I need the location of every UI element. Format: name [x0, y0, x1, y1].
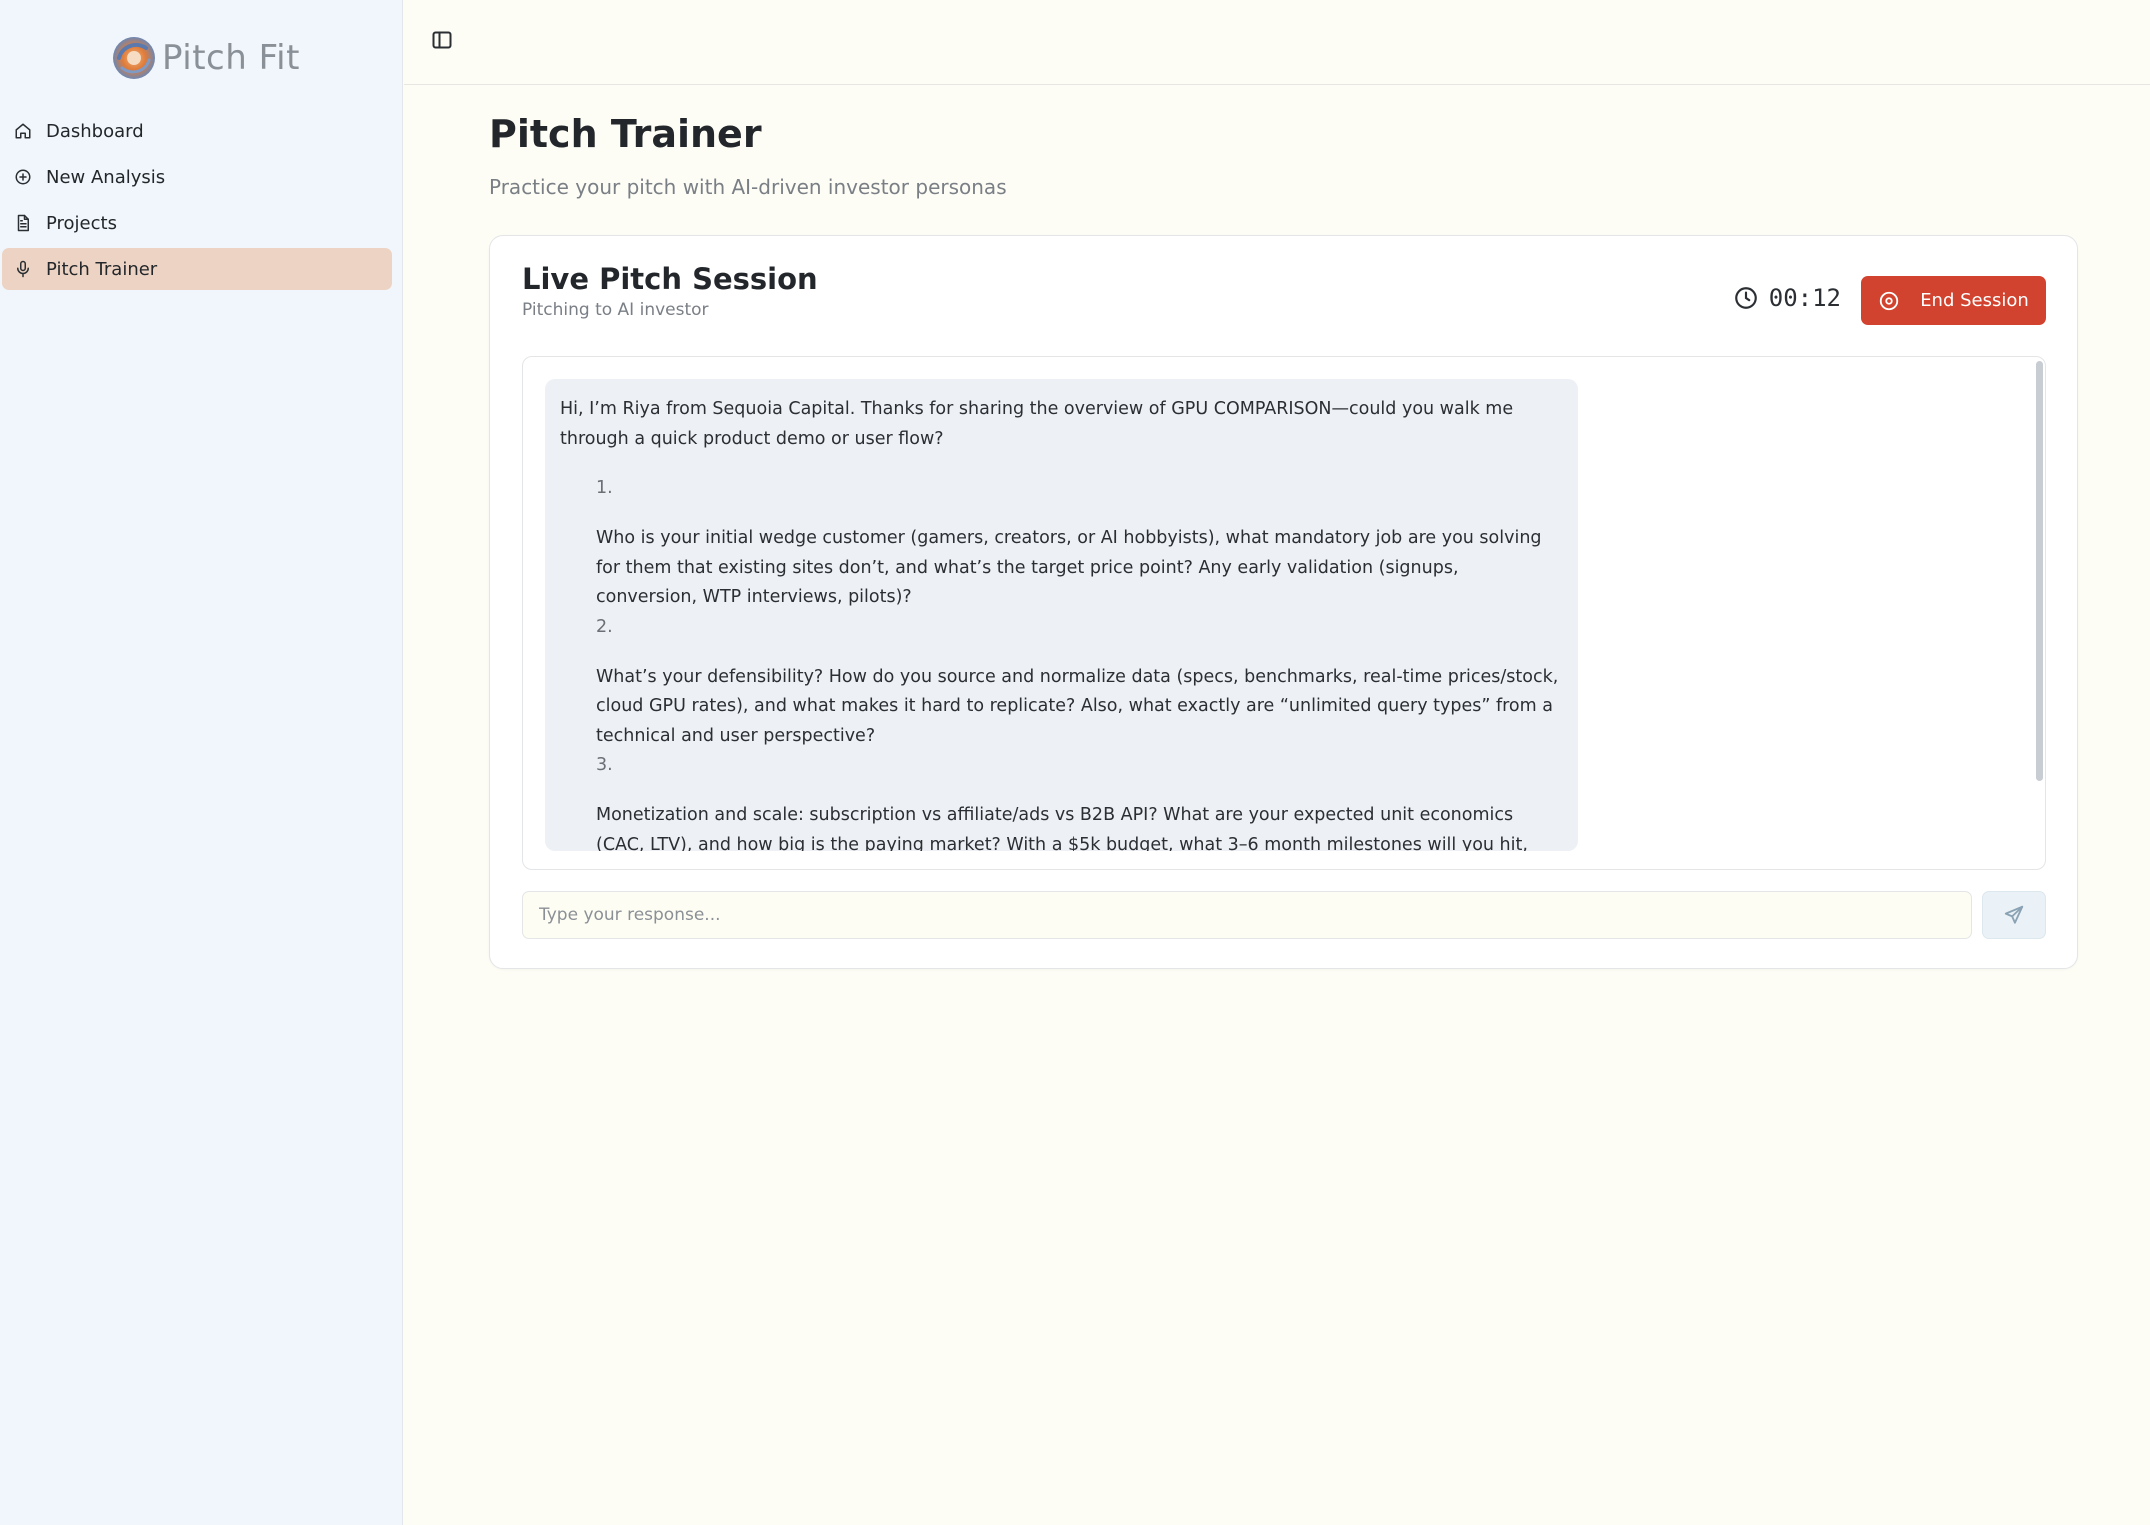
session-subtitle: Pitching to AI investor: [522, 300, 709, 320]
sidebar-item-new-analysis[interactable]: New Analysis: [2, 156, 392, 198]
home-icon: [15, 123, 31, 139]
question-number: 3.: [596, 755, 613, 775]
clock-icon: [1734, 287, 1757, 309]
question-text: Who is your initial wedge customer (game…: [596, 528, 1542, 607]
top-bar: [404, 0, 2150, 85]
sidebar-item-dashboard[interactable]: Dashboard: [2, 110, 392, 152]
chat-scrollbar[interactable]: [2033, 357, 2045, 869]
sidebar: Pitch Fit Dashboard New Analysis Project…: [0, 0, 403, 1525]
brand-name: Pitch Fit: [162, 38, 300, 78]
chat-scrollbar-thumb[interactable]: [2036, 361, 2043, 781]
question-number: 1.: [596, 478, 613, 498]
sidebar-item-label: Projects: [46, 212, 117, 234]
question-list: 1. Who is your initial wedge customer (g…: [560, 474, 1562, 851]
session-timer: 00:12: [1733, 284, 1841, 312]
live-session-card: Live Pitch Session Pitching to AI invest…: [489, 235, 2078, 969]
pitch-fit-logo-icon: [113, 37, 155, 79]
list-item: 1. Who is your initial wedge customer (g…: [596, 474, 1562, 613]
file-text-icon: [17, 214, 29, 232]
chat-transcript[interactable]: Hi, I’m Riya from Sequoia Capital. Thank…: [522, 356, 2046, 870]
stop-circle-icon: [1880, 291, 1899, 310]
page-subtitle: Practice your pitch with AI-driven inves…: [489, 175, 1007, 199]
session-title: Live Pitch Session: [522, 262, 818, 296]
message-intro: Hi, I’m Riya from Sequoia Capital. Thank…: [560, 399, 1514, 449]
sidebar-nav: Dashboard New Analysis Projects Pitch Tr…: [2, 110, 392, 294]
sidebar-item-label: New Analysis: [46, 166, 166, 188]
end-session-button[interactable]: End Session: [1861, 276, 2046, 325]
plus-circle-icon: [15, 169, 31, 185]
question-text: Monetization and scale: subscription vs …: [596, 805, 1528, 851]
response-input[interactable]: [522, 891, 1972, 939]
sidebar-item-label: Pitch Trainer: [46, 258, 158, 280]
sidebar-item-projects[interactable]: Projects: [2, 202, 392, 244]
end-session-label: End Session: [1920, 290, 2029, 311]
sidebar-item-pitch-trainer[interactable]: Pitch Trainer: [2, 248, 392, 290]
send-icon: [2004, 905, 2024, 924]
list-item: 3. Monetization and scale: subscription …: [596, 751, 1562, 851]
question-number: 2.: [596, 616, 613, 637]
microphone-icon: [17, 260, 29, 278]
sidebar-item-label: Dashboard: [46, 120, 144, 142]
response-composer: [522, 891, 2046, 939]
brand-logo[interactable]: Pitch Fit: [110, 34, 300, 82]
send-button[interactable]: [1982, 891, 2046, 939]
page-title: Pitch Trainer: [489, 112, 762, 156]
timer-value: 00:12: [1768, 284, 1841, 312]
question-text: What’s your defensibility? How do you so…: [596, 666, 1559, 746]
sidebar-toggle-icon[interactable]: [430, 28, 454, 52]
investor-message: Hi, I’m Riya from Sequoia Capital. Thank…: [545, 379, 1578, 851]
list-item: 2. What’s your defensibility? How do you…: [596, 613, 1562, 752]
